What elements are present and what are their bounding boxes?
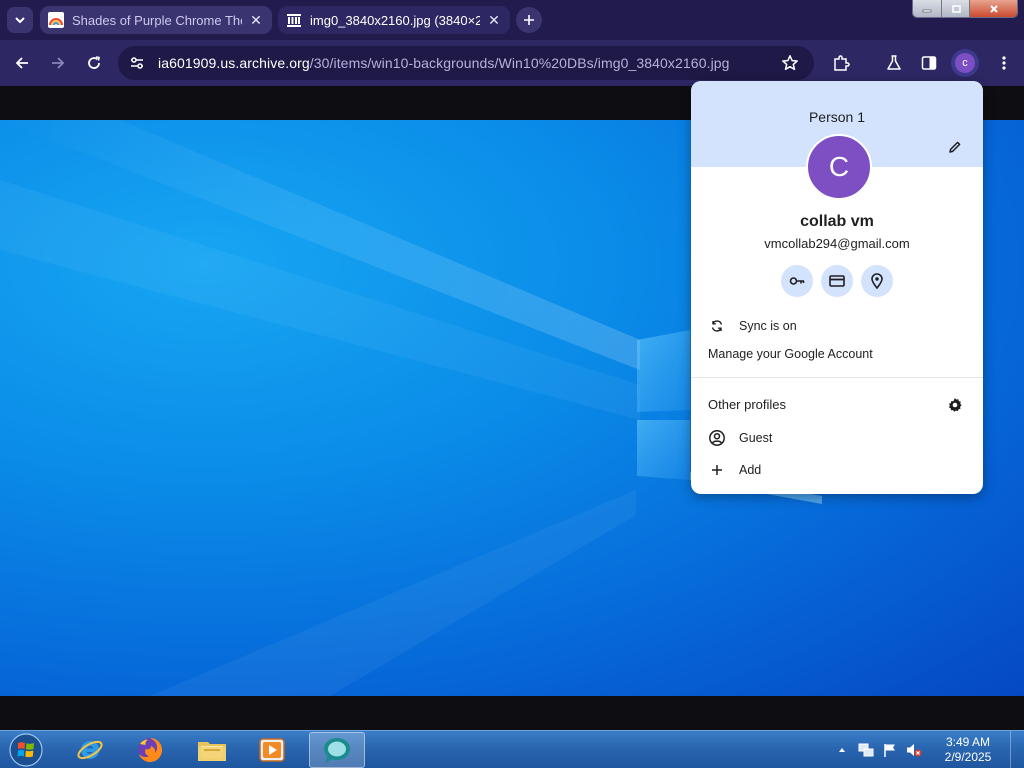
profile-person-label: Person 1: [808, 109, 866, 125]
key-icon: [789, 277, 805, 285]
payment-methods-button[interactable]: [821, 265, 853, 297]
taskbar-media-player[interactable]: [245, 732, 299, 768]
gear-icon: [948, 398, 962, 412]
star-icon: [782, 55, 798, 71]
clock-date: 2/9/2025: [944, 750, 992, 764]
folder-icon: [198, 742, 226, 761]
manage-profiles-button[interactable]: [945, 395, 965, 415]
profile-email: vmcollab294@gmail.com: [764, 236, 910, 251]
profile-menu: Person 1 C collab vm vmcollab294@gmail.c…: [691, 81, 983, 494]
tab-strip: Shades of Purple Chrome Theme ✕ img0_384…: [0, 0, 1024, 40]
chrome-menu-button[interactable]: [990, 49, 1018, 77]
media-player-icon: [259, 738, 285, 762]
internet-explorer-icon: [77, 740, 103, 760]
tab-shades-of-purple[interactable]: Shades of Purple Chrome Theme ✕: [40, 6, 272, 34]
profile-menu-divider: [691, 377, 983, 378]
network-tray-button[interactable]: [856, 740, 876, 760]
firefox-icon: [138, 737, 163, 762]
credit-card-icon: [829, 275, 845, 287]
address-bar[interactable]: ia601909.us.archive.org/30/items/win10-b…: [118, 46, 814, 80]
flag-icon: [884, 744, 895, 757]
labs-button[interactable]: [880, 49, 908, 77]
add-profile-row[interactable]: Add: [691, 456, 983, 484]
tab-search-button[interactable]: [7, 7, 33, 33]
puzzle-icon: [834, 55, 850, 71]
add-label: Add: [739, 463, 762, 477]
windows-orb-icon: [9, 733, 43, 767]
plus-icon: [524, 15, 534, 25]
tab-title: Shades of Purple Chrome Theme: [72, 12, 242, 28]
restore-button[interactable]: [941, 0, 969, 17]
chevron-down-icon: [15, 17, 25, 24]
show-desktop-button[interactable]: [1010, 731, 1024, 768]
profile-name: collab vm: [800, 213, 874, 230]
chevron-up-icon: [839, 748, 845, 752]
guest-profile-row[interactable]: Guest: [691, 424, 983, 452]
side-panel-button[interactable]: [915, 49, 943, 77]
sync-status-row[interactable]: Sync is on: [691, 312, 983, 340]
clock-time: 3:49 AM: [945, 735, 991, 749]
show-hidden-icons-button[interactable]: [832, 740, 852, 760]
sync-icon: [707, 316, 727, 336]
bookmark-button[interactable]: [776, 49, 804, 77]
start-button[interactable]: [6, 732, 46, 768]
volume-muted-button[interactable]: [904, 740, 924, 760]
window-controls: [912, 0, 1018, 18]
reload-button[interactable]: [80, 49, 108, 77]
minimize-button[interactable]: [913, 0, 941, 17]
archive-favicon-icon: [287, 14, 301, 27]
manage-google-account-link[interactable]: Manage your Google Account: [691, 340, 983, 368]
taskbar-firefox[interactable]: [123, 732, 177, 768]
addresses-button[interactable]: [861, 265, 893, 297]
minimize-icon: [922, 9, 932, 13]
taskbar-chrome-window[interactable]: [309, 732, 365, 768]
browser-toolbar: ia601909.us.archive.org/30/items/win10-b…: [0, 40, 1024, 86]
chat-bubble-app-icon: [324, 738, 350, 763]
guest-label: Guest: [739, 431, 773, 445]
manage-account-label: Manage your Google Account: [708, 347, 873, 361]
arrow-left-icon: [15, 57, 28, 69]
other-profiles-heading: Other profiles: [708, 397, 787, 412]
network-icon: [858, 743, 874, 757]
speaker-muted-icon: [907, 744, 922, 757]
three-dots-vertical-icon: [1002, 56, 1006, 70]
profile-button[interactable]: c: [951, 49, 979, 77]
taskbar-internet-explorer[interactable]: [63, 732, 117, 768]
tab-img0[interactable]: img0_3840x2160.jpg (3840×2160) ✕: [278, 6, 510, 34]
edit-profile-button[interactable]: [945, 137, 965, 157]
url-path: /30/items/win10-backgrounds/Win10%20DBs/…: [309, 55, 730, 71]
close-icon: [989, 5, 998, 13]
tab-title: img0_3840x2160.jpg (3840×2160): [310, 12, 480, 28]
profile-avatar: C: [806, 134, 872, 200]
passwords-button[interactable]: [781, 265, 813, 297]
rainbow-favicon-icon: [48, 12, 64, 28]
restore-icon: [951, 5, 961, 13]
taskbar-file-explorer[interactable]: [185, 732, 239, 768]
action-center-button[interactable]: [880, 740, 900, 760]
forward-button[interactable]: [44, 49, 72, 77]
tune-icon: [131, 57, 143, 69]
extensions-button[interactable]: [827, 49, 855, 77]
taskbar-clock[interactable]: 3:49 AM 2/9/2025: [932, 735, 1004, 765]
profile-avatar-small: c: [955, 53, 975, 73]
sync-status-label: Sync is on: [739, 319, 797, 333]
url-host: ia601909.us.archive.org: [158, 55, 310, 71]
system-tray: 3:49 AM 2/9/2025: [830, 731, 1024, 768]
account-circle-icon: [707, 428, 727, 448]
location-pin-icon: [871, 273, 883, 290]
reload-icon: [88, 56, 100, 69]
pencil-icon: [949, 141, 961, 153]
close-window-button[interactable]: [969, 0, 1017, 17]
new-tab-button[interactable]: [516, 7, 542, 33]
tab-close-icon[interactable]: ✕: [248, 12, 264, 28]
windows-taskbar: 3:49 AM 2/9/2025: [0, 730, 1024, 768]
back-button[interactable]: [8, 49, 36, 77]
flask-icon: [887, 55, 901, 70]
tab-close-icon[interactable]: ✕: [486, 12, 502, 28]
site-info-button[interactable]: [122, 48, 152, 78]
plus-icon: [707, 460, 727, 480]
arrow-right-icon: [52, 57, 65, 69]
url-text: ia601909.us.archive.org/30/items/win10-b…: [158, 55, 730, 71]
side-panel-icon: [921, 56, 937, 70]
